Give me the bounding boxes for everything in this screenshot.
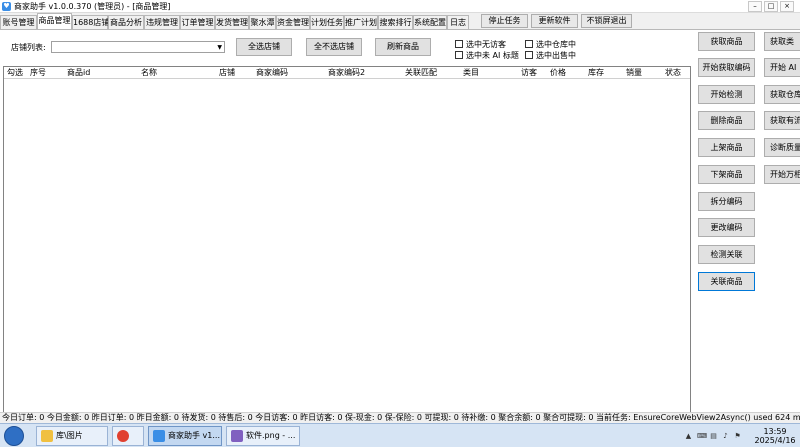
tray-expand-icon[interactable]: ▲ <box>684 432 693 440</box>
taskbar-item-explorer[interactable]: 库\图片 <box>36 426 108 446</box>
flag-icon[interactable]: ⚑ <box>733 432 742 440</box>
taskbar-item-image-editor[interactable]: 软件.png - ... <box>226 426 300 446</box>
minimize-button[interactable]: – <box>748 1 762 12</box>
link-products-button[interactable]: 关联商品 <box>698 272 755 291</box>
delete-products-button[interactable]: 删除商品 <box>698 111 755 130</box>
maximize-button[interactable]: □ <box>764 1 778 12</box>
tab-system-config[interactable]: 系统配置 <box>413 15 447 29</box>
tab-log[interactable]: 日志 <box>447 15 469 29</box>
chevron-down-icon: ▼ <box>217 44 222 51</box>
no-ai-title-label: 选中未 AI 标题 <box>466 51 519 60</box>
get-products-button[interactable]: 获取商品 <box>698 32 755 51</box>
product-management-panel: 店铺列表: ▼ 全选店铺 全不选店铺 刷新商品 选中无访客 选中仓库中 选中未 … <box>0 29 800 439</box>
taskbar-item-label: 商家助手 v1... <box>168 431 220 440</box>
col-header-index[interactable]: 序号 <box>30 68 46 78</box>
tab-funds[interactable]: 资金管理 <box>276 15 310 29</box>
on-sale-checkbox[interactable] <box>525 51 533 59</box>
taskbar-item-label: 软件.png - ... <box>246 431 296 440</box>
tab-scheduled-tasks[interactable]: 计划任务 <box>310 15 344 29</box>
col-header-status[interactable]: 状态 <box>665 68 681 78</box>
start-get-codes-button[interactable]: 开始获取编码 <box>698 58 755 77</box>
col-header-link-match[interactable]: 关联匹配 <box>405 68 437 78</box>
stop-task-button[interactable]: 停止任务 <box>481 14 528 28</box>
network-icon[interactable]: ▤ <box>709 432 718 440</box>
no-ai-title-checkbox[interactable] <box>455 51 463 59</box>
store-list-dropdown[interactable]: ▼ <box>51 41 225 53</box>
chrome-icon <box>117 429 129 442</box>
status-bar: 今日订单: 0 今日金额: 0 昨日订单: 0 昨日金额: 0 待发货: 0 待… <box>0 412 800 423</box>
on-sale-label: 选中出售中 <box>536 51 576 60</box>
get-traffic-button[interactable]: 获取有流 <box>764 111 800 130</box>
product-grid[interactable]: 勾选 序号 商品id 名称 店铺 商家编码 商家编码2 关联匹配 类目 访客 价… <box>3 66 691 439</box>
get-warehouse-button[interactable]: 获取仓库 <box>764 85 800 104</box>
app-icon: ♥ <box>2 2 11 11</box>
tab-orders[interactable]: 订单管理 <box>180 15 215 29</box>
diagnose-quality-button[interactable]: 诊断质量 <box>764 138 800 157</box>
start-button[interactable] <box>4 426 24 446</box>
col-header-store[interactable]: 店铺 <box>219 68 235 78</box>
folder-icon <box>41 429 53 442</box>
taskbar-item-merchant-assistant[interactable]: 商家助手 v1... <box>148 426 222 446</box>
col-header-product-id[interactable]: 商品id <box>67 68 90 78</box>
tab-products[interactable]: 商品管理 <box>37 13 72 29</box>
start-wanxiang-button[interactable]: 开始万相 <box>764 165 800 184</box>
start-ai-button[interactable]: 开始 AI <box>764 58 800 77</box>
select-all-stores-button[interactable]: 全选店铺 <box>236 38 292 56</box>
taskbar-item-chrome[interactable] <box>112 426 144 446</box>
paint-icon <box>231 429 243 442</box>
delist-products-button[interactable]: 下架商品 <box>698 165 755 184</box>
no-visitor-checkbox[interactable] <box>455 40 463 48</box>
tab-promotion[interactable]: 推广计划 <box>344 15 378 29</box>
col-header-price[interactable]: 价格 <box>550 68 566 78</box>
col-header-merchant-code[interactable]: 商家编码 <box>256 68 288 78</box>
col-header-category[interactable]: 类目 <box>463 68 479 78</box>
close-button[interactable]: × <box>780 1 794 12</box>
volume-icon[interactable]: ♪ <box>721 432 730 440</box>
grid-header: 勾选 序号 商品id 名称 店铺 商家编码 商家编码2 关联匹配 类目 访客 价… <box>4 67 690 79</box>
windows-taskbar: 库\图片 商家助手 v1... 软件.png - ... <box>0 423 800 447</box>
taskbar-item-label: 库\图片 <box>56 431 83 440</box>
app-icon <box>153 429 165 442</box>
store-list-label: 店铺列表: <box>11 43 46 52</box>
tab-shipping[interactable]: 发货管理 <box>215 15 249 29</box>
col-header-check[interactable]: 勾选 <box>7 68 23 78</box>
split-codes-button[interactable]: 拆分编码 <box>698 192 755 211</box>
change-codes-button[interactable]: 更改编码 <box>698 218 755 237</box>
tab-account[interactable]: 账号管理 <box>0 15 37 29</box>
col-header-name[interactable]: 名称 <box>141 68 157 78</box>
tab-product-analysis[interactable]: 商品分析 <box>108 15 144 29</box>
refresh-products-button[interactable]: 刷新商品 <box>375 38 431 56</box>
in-warehouse-checkbox[interactable] <box>525 40 533 48</box>
tab-search-ranking[interactable]: 搜索排行 <box>378 15 413 29</box>
col-header-sales[interactable]: 销量 <box>626 68 642 78</box>
col-header-stock[interactable]: 库存 <box>588 68 604 78</box>
deselect-all-stores-button[interactable]: 全不选店铺 <box>306 38 362 56</box>
window-title: 商家助手 v1.0.0.370 (管理员) - [商品管理] <box>14 2 171 11</box>
in-warehouse-label: 选中仓库中 <box>536 40 576 49</box>
clock-date[interactable]: 2025/4/16 <box>751 436 799 445</box>
tab-jushuitan[interactable]: 聚水潭 <box>249 15 276 29</box>
exit-without-lock-button[interactable]: 不锁屏退出 <box>581 14 632 28</box>
main-tab-bar: 账号管理 商品管理 1688店铺 商品分析 违规管理 订单管理 发货管理 聚水潭… <box>0 13 800 29</box>
tab-1688-store[interactable]: 1688店铺 <box>72 15 109 29</box>
no-visitor-label: 选中无访客 <box>466 40 506 49</box>
list-products-button[interactable]: 上架商品 <box>698 138 755 157</box>
title-bar: ♥ 商家助手 v1.0.0.370 (管理员) - [商品管理] – □ × <box>0 0 800 13</box>
col-header-merchant-code-2[interactable]: 商家编码2 <box>328 68 365 78</box>
col-header-visitors[interactable]: 访客 <box>521 68 537 78</box>
start-detect-button[interactable]: 开始检测 <box>698 85 755 104</box>
get-category-button[interactable]: 获取类 <box>764 32 800 51</box>
update-software-button[interactable]: 更新软件 <box>531 14 578 28</box>
clock-time[interactable]: 13:59 <box>755 427 795 436</box>
keyboard-icon[interactable]: ⌨ <box>697 432 707 440</box>
tab-violations[interactable]: 违规管理 <box>144 15 180 29</box>
detect-links-button[interactable]: 检测关联 <box>698 245 755 264</box>
